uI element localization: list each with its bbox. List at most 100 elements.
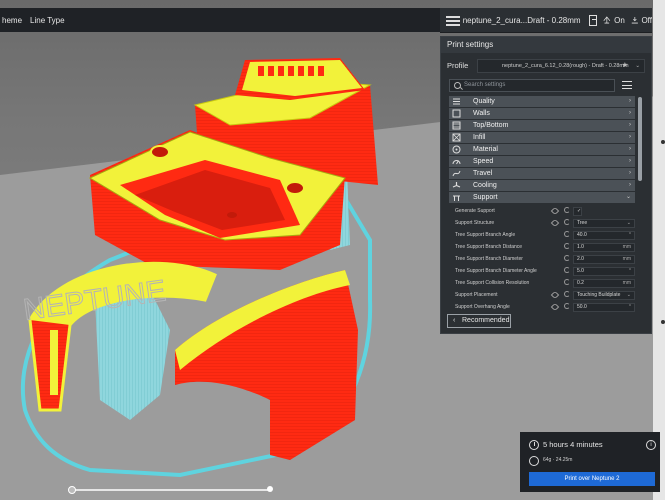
chevron-right-icon: › [629,182,631,188]
setting-value-input[interactable]: 2.0 mm [573,255,635,264]
category-quality[interactable]: Quality › [449,96,635,107]
profile-dropdown[interactable]: neptune_2_cura_6.12_0.28(rough) - Draft … [477,59,645,73]
profile-row: Profile neptune_2_cura_6.12_0.28(rough) … [447,59,647,73]
chevron-down-icon: ⌄ [625,194,631,200]
setting-row[interactable]: Tree Support Branch Distance 1.0 mm [449,241,635,253]
reset-icon[interactable] [564,255,570,261]
chevron-right-icon: › [629,146,631,152]
chevron-right-icon: › [629,134,631,140]
support-icon [453,195,460,201]
setting-value: 1.0 [577,244,584,250]
category-infill[interactable]: Infill › [449,132,635,143]
print-settings-panel: Print settings Profile neptune_2_cura_6.… [440,36,652,334]
setting-name: Tree Support Branch Angle [455,232,516,238]
settings-visibility-menu-icon[interactable] [622,81,632,90]
material-icon [452,145,461,154]
category-support[interactable]: Support ⌄ [449,192,635,203]
setting-value: 0.2 [577,280,584,286]
setting-row[interactable]: Tree Support Branch Diameter Angle 5.0 ° [449,265,635,277]
link-icon [550,206,560,216]
reset-icon[interactable] [564,303,570,309]
travel-icon [452,170,461,177]
setting-name: Support Placement [455,292,498,298]
reset-icon[interactable] [564,291,570,297]
search-settings-input[interactable]: Search settings [449,79,615,92]
setting-row[interactable]: Support Placement Touching Buildplate ⌄ [449,289,635,301]
print-estimate-panel: 5 hours 4 minutes i 64g · 24.25m Print o… [520,432,660,492]
infill-toggle-icon [588,14,598,26]
reset-icon[interactable] [564,219,570,225]
setting-value-input[interactable]: 50.0 ° [573,303,635,312]
profile-value: neptune_2_cura_6.12_0.28(rough) - Draft … [502,63,629,69]
setting-row[interactable]: Support Structure Tree ⌄ [449,217,635,229]
settings-scrollbar-thumb[interactable] [638,97,642,181]
category-label: Support [473,194,498,201]
generate-support-checkbox[interactable]: ✓ [573,207,582,216]
settings-categories: Quality › Walls › Top/Bottom › Infill › … [449,96,635,204]
setting-value-input[interactable]: 0.2 mm [573,279,635,288]
material-estimate: 64g · 24.25m [543,457,573,463]
layer-slider-handle-bottom[interactable] [661,320,665,324]
category-top-bottom[interactable]: Top/Bottom › [449,120,635,131]
settings-sliders-icon [446,14,460,26]
support-icon [603,16,611,24]
cooling-icon [452,182,461,188]
setting-row[interactable]: Tree Support Branch Angle 40.0 ° [449,229,635,241]
setting-value-select[interactable]: Touching Buildplate ⌄ [573,291,635,300]
reset-icon[interactable] [564,231,570,237]
favorite-star-icon[interactable]: ★ [622,60,628,72]
search-placeholder: Search settings [464,82,506,88]
setting-value-input[interactable]: 1.0 mm [573,243,635,252]
reset-icon[interactable] [564,279,570,285]
color-scheme-label[interactable]: heme [2,16,22,25]
quality-icon [453,98,460,105]
setting-name: Support Overhang Angle [455,304,510,310]
category-label: Quality [473,98,495,105]
setting-row[interactable]: Tree Support Branch Diameter 2.0 mm [449,253,635,265]
category-cooling[interactable]: Cooling › [449,180,635,191]
line-type-dropdown[interactable]: Line Type [30,16,65,25]
reset-icon[interactable] [564,207,570,213]
print-settings-header-bar[interactable]: neptune_2_cura...Draft - 0.28mm On Off [440,8,652,33]
info-icon[interactable]: i [646,440,656,450]
setting-value: 50.0 [577,304,587,310]
print-time: 5 hours 4 minutes [543,440,603,449]
category-label: Infill [473,134,486,141]
category-material[interactable]: Material › [449,144,635,155]
cura-window: NEPTUNE heme Line Type neptune_2_cura...… [0,0,665,500]
setting-unit: mm [622,244,631,250]
setting-value-input[interactable]: 5.0 ° [573,267,635,276]
setting-value: 2.0 [577,256,584,262]
layer-slider-handle-top[interactable] [661,140,665,144]
chevron-down-icon: ⌄ [635,63,640,69]
print-settings-title: Print settings [441,37,651,53]
category-walls[interactable]: Walls › [449,108,635,119]
slider-start-handle[interactable] [68,486,76,494]
setting-unit: ° [629,232,631,238]
link-icon [550,218,560,228]
recommended-button[interactable]: ‹ Recommended [447,314,511,328]
spool-icon [529,456,539,466]
category-travel[interactable]: Travel › [449,168,635,179]
chevron-right-icon: › [629,110,631,116]
reset-icon[interactable] [564,243,570,249]
setting-value: Tree [577,220,588,226]
reset-icon[interactable] [564,267,570,273]
setting-row[interactable]: Tree Support Collision Resolution 0.2 mm [449,277,635,289]
setting-name: Tree Support Branch Diameter [455,256,523,262]
category-label: Cooling [473,182,497,189]
chevron-down-icon: ⌄ [626,292,631,298]
setting-value-input[interactable]: 40.0 ° [573,231,635,240]
simulation-slider[interactable] [68,486,273,494]
category-label: Travel [473,170,493,177]
setting-row[interactable]: Generate Support ✓ [449,205,635,217]
adhesion-icon [631,16,638,24]
slider-end-handle[interactable] [267,486,273,492]
setting-name: Tree Support Branch Distance [455,244,523,250]
link-icon [550,302,560,312]
category-speed[interactable]: Speed › [449,156,635,167]
search-icon [454,82,461,89]
print-over-button[interactable]: Print over Neptune 2 [529,472,655,486]
setting-value-select[interactable]: Tree ⌄ [573,219,635,228]
setting-row[interactable]: Support Overhang Angle 50.0 ° [449,301,635,313]
